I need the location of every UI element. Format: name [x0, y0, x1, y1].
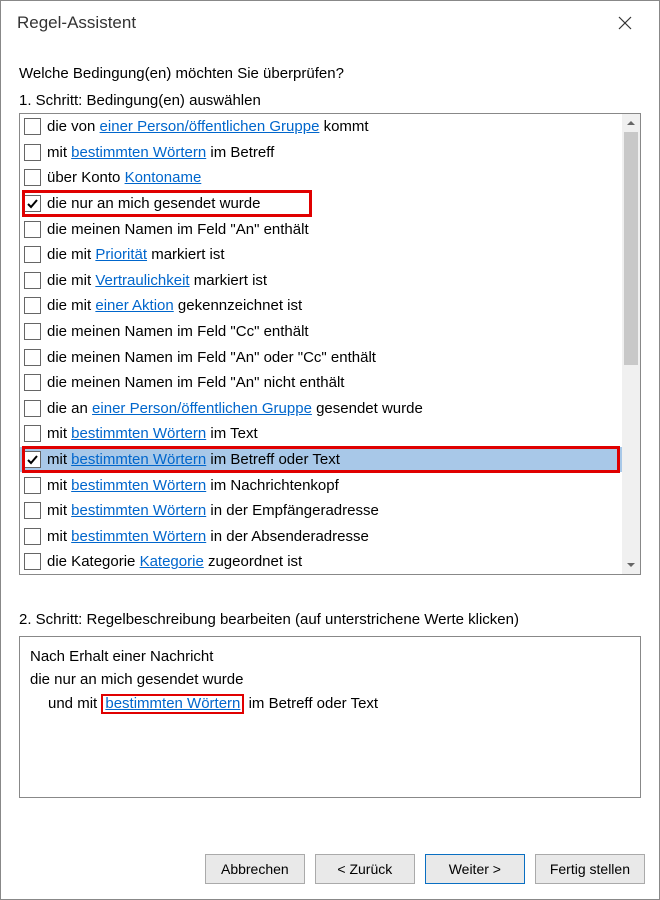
desc-line-2: die nur an mich gesendet wurde — [30, 668, 630, 691]
condition-text: die meinen Namen im Feld "An" nicht enth… — [47, 374, 344, 391]
condition-row[interactable]: die meinen Namen im Feld "Cc" enthält — [20, 319, 622, 345]
condition-text: mit bestimmten Wörtern im Betreff — [47, 144, 274, 161]
condition-checkbox[interactable] — [24, 451, 41, 468]
condition-text: mit bestimmten Wörtern im Betreff oder T… — [47, 451, 340, 468]
condition-value-link[interactable]: Kontoname — [125, 169, 202, 186]
condition-row[interactable]: die mit einer Aktion gekennzeichnet ist — [20, 293, 622, 319]
condition-text: die meinen Namen im Feld "Cc" enthält — [47, 323, 309, 340]
condition-checkbox[interactable] — [24, 323, 41, 340]
condition-row[interactable]: die mit Vertraulichkeit markiert ist — [20, 268, 622, 294]
condition-row[interactable]: die meinen Namen im Feld "An" oder "Cc" … — [20, 344, 622, 370]
condition-checkbox[interactable] — [24, 221, 41, 238]
condition-text: die mit einer Aktion gekennzeichnet ist — [47, 297, 302, 314]
condition-value-link[interactable]: bestimmten Wörtern — [71, 502, 206, 519]
condition-text: die meinen Namen im Feld "An" oder "Cc" … — [47, 349, 376, 366]
titlebar: Regel-Assistent — [1, 1, 659, 45]
condition-checkbox[interactable] — [24, 195, 41, 212]
wizard-content: Welche Bedingung(en) möchten Sie überprü… — [1, 45, 659, 839]
desc-link-highlight: bestimmten Wörtern — [101, 694, 244, 715]
condition-value-link[interactable]: bestimmten Wörtern — [71, 425, 206, 442]
desc-edit-link[interactable]: bestimmten Wörtern — [105, 695, 240, 712]
condition-checkbox[interactable] — [24, 169, 41, 186]
condition-checkbox[interactable] — [24, 400, 41, 417]
condition-value-link[interactable]: bestimmten Wörtern — [71, 528, 206, 545]
condition-checkbox[interactable] — [24, 528, 41, 545]
step1-label: 1. Schritt: Bedingung(en) auswählen — [19, 92, 641, 109]
condition-text: über Konto Kontoname — [47, 169, 201, 186]
condition-row[interactable]: mit bestimmten Wörtern im Nachrichtenkop… — [20, 472, 622, 498]
condition-value-link[interactable]: Vertraulichkeit — [95, 272, 189, 289]
condition-value-link[interactable]: bestimmten Wörtern — [71, 144, 206, 161]
chevron-up-icon — [626, 118, 636, 128]
condition-row[interactable]: mit bestimmten Wörtern in der Empfängera… — [20, 498, 622, 524]
condition-checkbox[interactable] — [24, 349, 41, 366]
condition-text: die an einer Person/öffentlichen Gruppe … — [47, 400, 423, 417]
condition-text: die mit Priorität markiert ist — [47, 246, 225, 263]
condition-text: die mit Vertraulichkeit markiert ist — [47, 272, 267, 289]
condition-value-link[interactable]: bestimmten Wörtern — [71, 477, 206, 494]
condition-value-link[interactable]: Priorität — [95, 246, 147, 263]
condition-checkbox[interactable] — [24, 553, 41, 570]
condition-row[interactable]: mit bestimmten Wörtern im Text — [20, 421, 622, 447]
rule-description: Nach Erhalt einer Nachricht die nur an m… — [30, 645, 630, 715]
rule-description-box: Nach Erhalt einer Nachricht die nur an m… — [19, 636, 641, 798]
condition-row[interactable]: mit bestimmten Wörtern im Betreff oder T… — [20, 447, 622, 473]
desc-line-3: und mit bestimmten Wörtern im Betreff od… — [30, 692, 630, 715]
condition-checkbox[interactable] — [24, 118, 41, 135]
condition-row[interactable]: über Konto Kontoname — [20, 165, 622, 191]
desc-line3-prefix: und mit — [48, 695, 101, 712]
condition-text: mit bestimmten Wörtern im Text — [47, 425, 258, 442]
next-button[interactable]: Weiter > — [425, 854, 525, 884]
close-button[interactable] — [605, 7, 645, 39]
button-bar: Abbrechen < Zurück Weiter > Fertig stell… — [1, 839, 659, 899]
condition-value-link[interactable]: einer Person/öffentlichen Gruppe — [100, 118, 320, 135]
condition-checkbox[interactable] — [24, 272, 41, 289]
condition-row[interactable]: die meinen Namen im Feld "An" enthält — [20, 216, 622, 242]
chevron-down-icon — [626, 560, 636, 570]
scrollbar-thumb[interactable] — [624, 132, 638, 365]
condition-text: mit bestimmten Wörtern in der Empfängera… — [47, 502, 379, 519]
condition-checkbox[interactable] — [24, 246, 41, 263]
condition-value-link[interactable]: bestimmten Wörtern — [71, 451, 206, 468]
condition-checkbox[interactable] — [24, 477, 41, 494]
scroll-down-button[interactable] — [622, 556, 640, 574]
condition-value-link[interactable]: einer Aktion — [95, 297, 173, 314]
condition-checkbox[interactable] — [24, 297, 41, 314]
condition-checkbox[interactable] — [24, 144, 41, 161]
scrollbar-track[interactable] — [622, 132, 640, 556]
wizard-question: Welche Bedingung(en) möchten Sie überprü… — [19, 65, 641, 82]
scrollbar[interactable] — [622, 114, 640, 574]
condition-text: mit bestimmten Wörtern im Nachrichtenkop… — [47, 477, 339, 494]
condition-row[interactable]: die mit Priorität markiert ist — [20, 242, 622, 268]
condition-checkbox[interactable] — [24, 425, 41, 442]
desc-line3-suffix: im Betreff oder Text — [244, 695, 378, 712]
condition-value-link[interactable]: einer Person/öffentlichen Gruppe — [92, 400, 312, 417]
back-button[interactable]: < Zurück — [315, 854, 415, 884]
condition-row[interactable]: die von einer Person/öffentlichen Gruppe… — [20, 114, 622, 140]
rules-wizard-window: Regel-Assistent Welche Bedingung(en) möc… — [0, 0, 660, 900]
condition-text: die Kategorie Kategorie zugeordnet ist — [47, 553, 302, 570]
condition-row[interactable]: die Kategorie Kategorie zugeordnet ist — [20, 549, 622, 574]
condition-value-link[interactable]: Kategorie — [140, 553, 204, 570]
condition-checkbox[interactable] — [24, 502, 41, 519]
condition-text: die nur an mich gesendet wurde — [47, 195, 260, 212]
window-title: Regel-Assistent — [17, 13, 605, 33]
finish-button[interactable]: Fertig stellen — [535, 854, 645, 884]
condition-text: die von einer Person/öffentlichen Gruppe… — [47, 118, 369, 135]
condition-row[interactable]: die nur an mich gesendet wurde — [20, 191, 622, 217]
condition-text: mit bestimmten Wörtern in der Absenderad… — [47, 528, 369, 545]
condition-row[interactable]: die an einer Person/öffentlichen Gruppe … — [20, 396, 622, 422]
close-icon — [618, 16, 632, 30]
condition-text: die meinen Namen im Feld "An" enthält — [47, 221, 309, 238]
condition-checkbox[interactable] — [24, 374, 41, 391]
condition-row[interactable]: mit bestimmten Wörtern im Betreff — [20, 140, 622, 166]
conditions-listbox: die von einer Person/öffentlichen Gruppe… — [19, 113, 641, 575]
desc-line-1: Nach Erhalt einer Nachricht — [30, 645, 630, 668]
condition-row[interactable]: die meinen Namen im Feld "An" nicht enth… — [20, 370, 622, 396]
conditions-list[interactable]: die von einer Person/öffentlichen Gruppe… — [20, 114, 622, 574]
cancel-button[interactable]: Abbrechen — [205, 854, 305, 884]
scroll-up-button[interactable] — [622, 114, 640, 132]
condition-row[interactable]: mit bestimmten Wörtern in der Absenderad… — [20, 524, 622, 550]
step2-label: 2. Schritt: Regelbeschreibung bearbeiten… — [19, 611, 641, 628]
